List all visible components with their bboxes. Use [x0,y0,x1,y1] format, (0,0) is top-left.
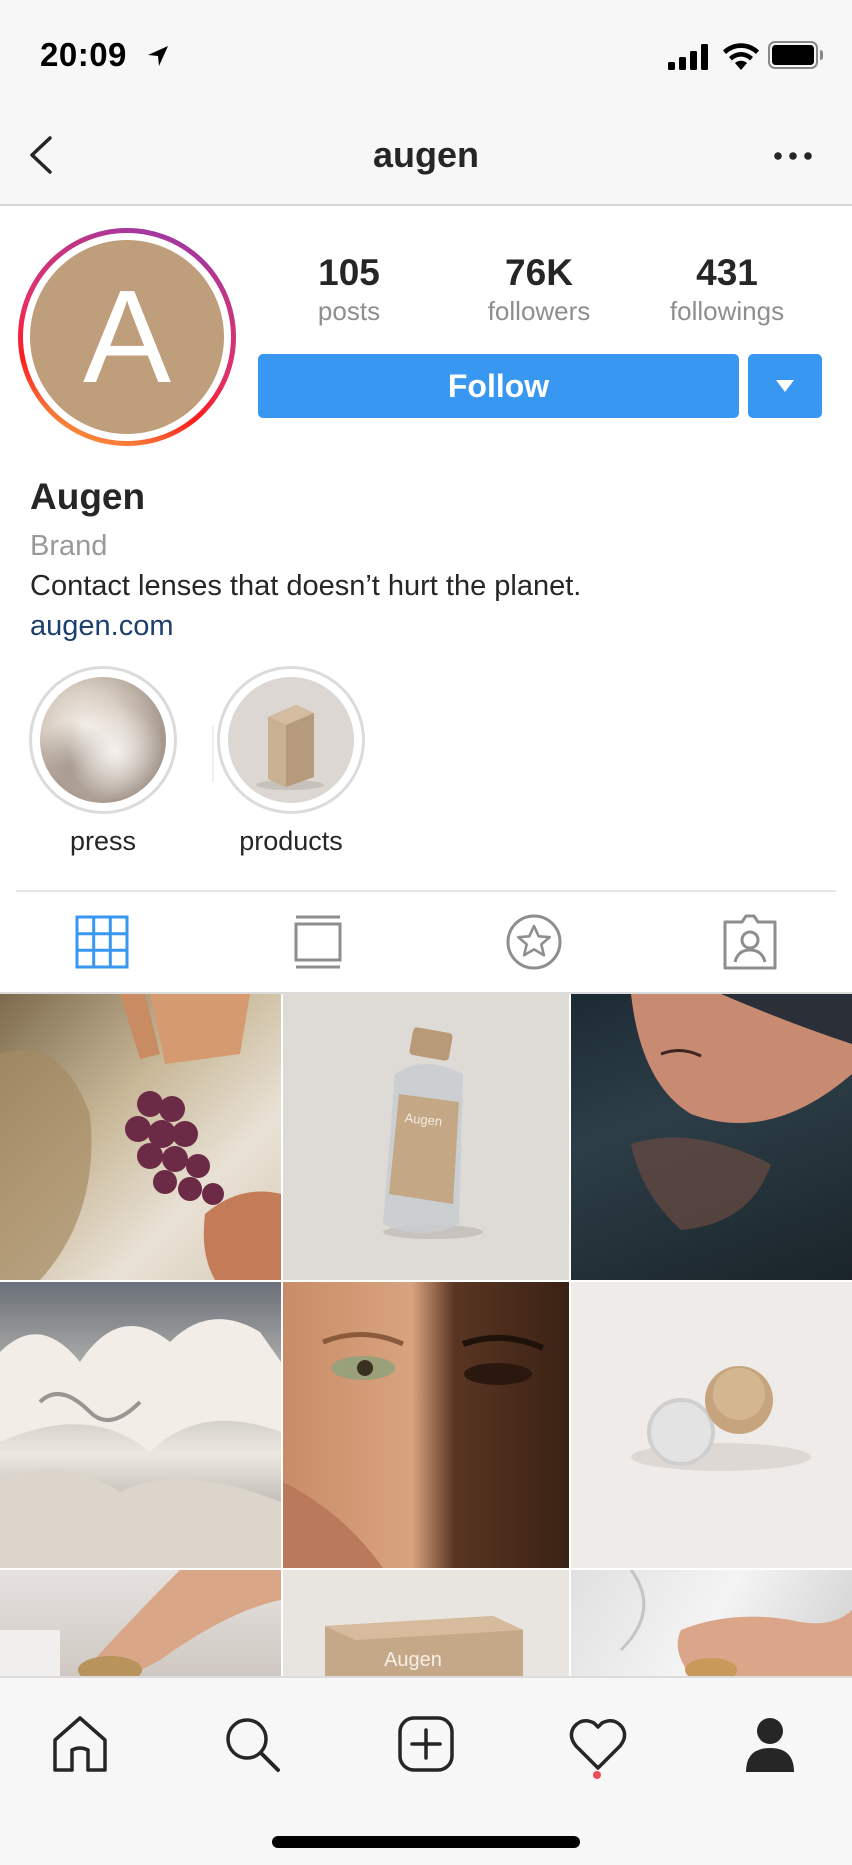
feed-icon[interactable] [288,912,348,972]
avatar-image: A [30,240,224,434]
add-post-icon[interactable] [396,1714,456,1774]
profile-bio: Contact lenses that doesn’t hurt the pla… [30,570,582,602]
highlight-products[interactable]: products [216,666,366,857]
post-waves[interactable] [0,1282,281,1568]
post-hand-sponge[interactable] [0,1570,281,1676]
more-options-icon[interactable] [772,146,814,166]
highlight-separator [212,726,214,782]
home-icon[interactable] [50,1714,110,1774]
grid-icon[interactable] [72,912,132,972]
cellular-signal-icon [668,44,708,70]
status-time: 20:09 [40,36,127,73]
tagged-icon[interactable] [720,912,780,972]
post-lens-case[interactable] [571,1282,852,1568]
profile-category: Brand [30,530,108,562]
star-icon[interactable] [504,912,564,972]
profile-website-link[interactable]: augen.com [30,610,174,643]
status-bar: 20:09 [0,0,852,110]
nav-bar: augen [0,110,852,206]
post-image: Augen [325,1616,523,1676]
stat-posts-value: 105 [318,252,380,293]
stat-followers-value: 76K [505,252,573,293]
post-two-faces[interactable] [283,1282,569,1568]
box-brand-text: Augen [384,1649,442,1671]
post-hand-marble[interactable] [571,1570,852,1676]
svg-text:A: A [83,263,171,410]
profile-icon[interactable] [740,1714,800,1774]
post-water-face[interactable] [571,994,852,1280]
profile-avatar[interactable]: A [18,228,236,446]
notification-dot [593,1771,601,1779]
post-image [631,1366,811,1471]
highlight-ring [217,666,365,814]
highlight-press[interactable]: press [28,666,178,857]
activity-heart-icon[interactable] [568,1714,628,1774]
product-box-image [256,705,324,790]
highlight-press-image [40,677,166,803]
stat-followings-label: followings [669,296,785,326]
stat-followings[interactable]: 431 followings [632,252,822,328]
stat-followers[interactable]: 76K followers [444,252,634,328]
profile-name: Augen [30,476,146,517]
post-image [0,1319,281,1568]
post-image [283,1332,545,1568]
stat-followings-value: 431 [696,252,758,293]
divider [16,890,836,892]
triangle-down-icon [776,380,794,392]
home-indicator [272,1836,580,1848]
wifi-icon [723,43,759,70]
avatar-logo: A [83,263,171,410]
highlight-ring [29,666,177,814]
post-image [619,1570,852,1676]
stat-posts[interactable]: 105 posts [254,252,444,328]
post-image [0,994,281,1280]
post-box[interactable]: Augen [283,1570,569,1676]
post-image [631,994,852,1230]
highlight-products-image [228,677,354,803]
stat-posts-label: posts [317,296,381,326]
highlight-press-label: press [69,826,137,856]
post-bottle[interactable]: Augen [283,994,569,1280]
page-title: augen [372,134,479,175]
battery-icon [768,41,823,69]
highlight-products-label: products [239,826,343,856]
post-image: Augen [383,1027,483,1239]
post-image [0,1570,281,1676]
follow-button[interactable]: Follow [258,354,739,418]
search-icon[interactable] [222,1714,282,1774]
photo-grid: Augen Augen [0,994,852,1676]
location-arrow-icon [148,46,168,66]
post-grapes[interactable] [0,994,281,1280]
stat-followers-label: followers [487,296,591,326]
suggested-accounts-button[interactable] [748,354,822,418]
